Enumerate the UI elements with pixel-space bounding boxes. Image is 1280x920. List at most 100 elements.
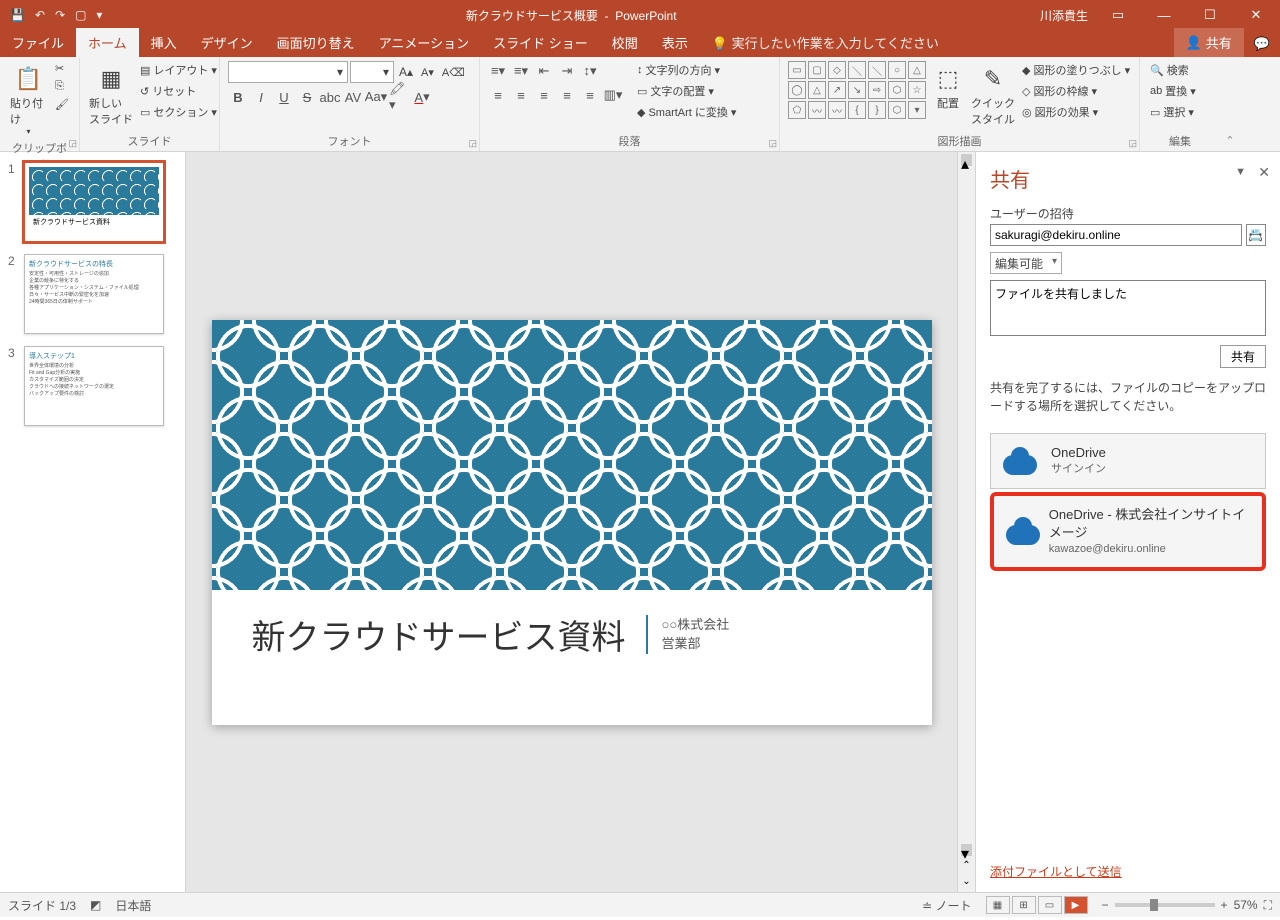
fit-window-icon[interactable]: ⛶ bbox=[1264, 898, 1272, 913]
font-family-combo[interactable]: ▾ bbox=[228, 61, 348, 83]
justify-icon[interactable]: ≡ bbox=[557, 85, 577, 105]
start-from-beginning-icon[interactable]: ▢ bbox=[75, 8, 86, 22]
clipboard-dialog-icon[interactable]: ◲ bbox=[68, 138, 77, 149]
paragraph-dialog-icon[interactable]: ◲ bbox=[768, 138, 777, 149]
quick-styles-button[interactable]: ✎クイック スタイル bbox=[970, 61, 1016, 129]
clear-format-icon[interactable]: A⌫ bbox=[439, 66, 468, 79]
collapse-ribbon-icon[interactable]: ⌃ bbox=[1225, 134, 1234, 147]
minimize-button[interactable]: — bbox=[1148, 8, 1180, 23]
vertical-scrollbar[interactable]: ▴ ▾ ⌃ ⌄ bbox=[957, 152, 975, 892]
bullets-icon[interactable]: ≡▾ bbox=[488, 61, 508, 81]
increase-indent-icon[interactable]: ⇥ bbox=[557, 61, 577, 81]
align-right-icon[interactable]: ≡ bbox=[534, 85, 554, 105]
share-submit-button[interactable]: 共有 bbox=[1220, 345, 1266, 368]
font-size-combo[interactable]: ▾ bbox=[350, 61, 394, 83]
thumb-slide-2[interactable]: 新クラウドサービスの特長 安定性・可用性・ストレージの追加企業の競争に特化する … bbox=[24, 254, 164, 334]
save-icon[interactable]: 💾 bbox=[10, 8, 25, 22]
decrease-indent-icon[interactable]: ⇤ bbox=[534, 61, 554, 81]
maximize-button[interactable]: ☐ bbox=[1194, 7, 1226, 23]
location-onedrive-personal[interactable]: OneDriveサインイン bbox=[990, 433, 1266, 489]
case-icon[interactable]: Aa▾ bbox=[366, 87, 386, 107]
columns-icon[interactable]: ▥▾ bbox=[603, 85, 623, 105]
line-spacing-icon[interactable]: ↕▾ bbox=[580, 61, 600, 81]
sorter-view-icon[interactable]: ⊞ bbox=[1012, 896, 1036, 914]
shapes-gallery[interactable]: ▭▢◇＼＼○△ ◯△↗↘⇨⬡☆ ⬠〰〰{}⬡▾ bbox=[788, 61, 926, 119]
tell-me[interactable]: 💡 実行したい作業を入力してください bbox=[700, 28, 951, 57]
permission-select[interactable]: 編集可能 bbox=[990, 252, 1062, 274]
decrease-font-icon[interactable]: A▾ bbox=[418, 66, 437, 79]
ribbon-display-icon[interactable]: ▭ bbox=[1102, 7, 1134, 23]
shadow-icon[interactable]: abc bbox=[320, 87, 340, 107]
arrange-button[interactable]: ⬚配置 bbox=[930, 61, 966, 113]
highlight-icon[interactable]: 🖍▾ bbox=[389, 87, 409, 107]
slide-canvas[interactable]: 新クラウドサービス資料 ○○株式会社営業部 bbox=[186, 152, 957, 892]
notes-toggle[interactable]: ≐ ノート bbox=[922, 897, 971, 914]
spellcheck-icon[interactable]: ◩ bbox=[90, 898, 101, 912]
thumb-slide-1[interactable]: 新クラウドサービス資料 bbox=[24, 162, 164, 242]
thumb-slide-3[interactable]: 導入ステップ1 世界全体環境の分析Fit and Gap分析の実施 カスタマイズ… bbox=[24, 346, 164, 426]
strike-icon[interactable]: S bbox=[297, 87, 317, 107]
status-slide-number[interactable]: スライド 1/3 bbox=[8, 897, 76, 914]
new-slide-button[interactable]: ▦新しい スライド bbox=[88, 61, 134, 129]
text-direction-button[interactable]: ↕ 文字列の方向 ▾ bbox=[635, 61, 738, 79]
tab-home[interactable]: ホーム bbox=[76, 28, 139, 57]
tab-view[interactable]: 表示 bbox=[650, 28, 700, 57]
reset-button[interactable]: ↺ リセット bbox=[138, 82, 219, 100]
slide-title[interactable]: 新クラウドサービス資料 bbox=[252, 610, 626, 659]
normal-view-icon[interactable]: ▦ bbox=[986, 896, 1010, 914]
shape-outline-button[interactable]: ◇ 図形の枠線 ▾ bbox=[1020, 82, 1132, 100]
zoom-level[interactable]: 57% bbox=[1234, 898, 1258, 912]
smartart-button[interactable]: ◆ SmartArt に変換 ▾ bbox=[635, 103, 738, 121]
section-button[interactable]: ▭ セクション ▾ bbox=[138, 103, 219, 121]
tab-file[interactable]: ファイル bbox=[0, 28, 76, 57]
pane-close-icon[interactable]: ✕ bbox=[1258, 164, 1270, 181]
bold-icon[interactable]: B bbox=[228, 87, 248, 107]
cut-icon[interactable]: ✂ bbox=[53, 61, 71, 76]
tab-insert[interactable]: 挿入 bbox=[139, 28, 189, 57]
reading-view-icon[interactable]: ▭ bbox=[1038, 896, 1062, 914]
address-book-icon[interactable]: 📇 bbox=[1246, 224, 1266, 246]
layout-button[interactable]: ▤ レイアウト ▾ bbox=[138, 61, 219, 79]
drawing-dialog-icon[interactable]: ◲ bbox=[1128, 138, 1137, 149]
share-message-input[interactable]: ファイルを共有しました bbox=[990, 280, 1266, 336]
select-button[interactable]: ▭ 選択 ▾ bbox=[1148, 103, 1198, 121]
distribute-icon[interactable]: ≡ bbox=[580, 85, 600, 105]
paste-button[interactable]: 📋貼り付け▾ bbox=[8, 61, 49, 138]
location-onedrive-business[interactable]: OneDrive - 株式会社インサイトイメージkawazoe@dekiru.o… bbox=[990, 492, 1266, 572]
underline-icon[interactable]: U bbox=[274, 87, 294, 107]
share-button[interactable]: 👤 共有 bbox=[1174, 28, 1244, 57]
zoom-out-icon[interactable]: − bbox=[1102, 898, 1109, 912]
numbering-icon[interactable]: ≡▾ bbox=[511, 61, 531, 81]
undo-icon[interactable]: ↶ bbox=[35, 8, 45, 22]
spacing-icon[interactable]: AV bbox=[343, 87, 363, 107]
align-center-icon[interactable]: ≡ bbox=[511, 85, 531, 105]
invite-email-input[interactable] bbox=[990, 224, 1242, 246]
close-button[interactable]: ✕ bbox=[1240, 7, 1272, 23]
copy-icon[interactable]: ⎘ bbox=[53, 79, 71, 94]
align-text-button[interactable]: ▭ 文字の配置 ▾ bbox=[635, 82, 738, 100]
slide-subtitle[interactable]: ○○株式会社営業部 bbox=[646, 615, 730, 654]
align-left-icon[interactable]: ≡ bbox=[488, 85, 508, 105]
shape-effects-button[interactable]: ◎ 図形の効果 ▾ bbox=[1020, 103, 1132, 121]
redo-icon[interactable]: ↷ bbox=[55, 8, 65, 22]
comments-icon[interactable]: 💬 bbox=[1244, 31, 1280, 57]
font-dialog-icon[interactable]: ◲ bbox=[468, 138, 477, 149]
find-button[interactable]: 🔍 検索 bbox=[1148, 61, 1198, 79]
tab-slideshow[interactable]: スライド ショー bbox=[481, 28, 600, 57]
increase-font-icon[interactable]: A▴ bbox=[396, 65, 416, 79]
zoom-slider[interactable] bbox=[1115, 903, 1215, 907]
shape-fill-button[interactable]: ◆ 図形の塗りつぶし ▾ bbox=[1020, 61, 1132, 79]
format-painter-icon[interactable]: 🖌 bbox=[53, 97, 71, 112]
tab-review[interactable]: 校閲 bbox=[600, 28, 650, 57]
pane-menu-icon[interactable]: ▼ bbox=[1235, 166, 1246, 178]
status-language[interactable]: 日本語 bbox=[115, 897, 151, 914]
font-color-icon[interactable]: A▾ bbox=[412, 87, 432, 107]
tab-design[interactable]: デザイン bbox=[189, 28, 265, 57]
zoom-in-icon[interactable]: + bbox=[1221, 898, 1228, 912]
send-as-attachment-link[interactable]: 添付ファイルとして送信 bbox=[990, 863, 1122, 880]
tab-animation[interactable]: アニメーション bbox=[367, 28, 481, 57]
replace-button[interactable]: ab 置換 ▾ bbox=[1148, 82, 1198, 100]
italic-icon[interactable]: I bbox=[251, 87, 271, 107]
slideshow-view-icon[interactable]: ▶ bbox=[1064, 896, 1088, 914]
tab-transition[interactable]: 画面切り替え bbox=[265, 28, 367, 57]
